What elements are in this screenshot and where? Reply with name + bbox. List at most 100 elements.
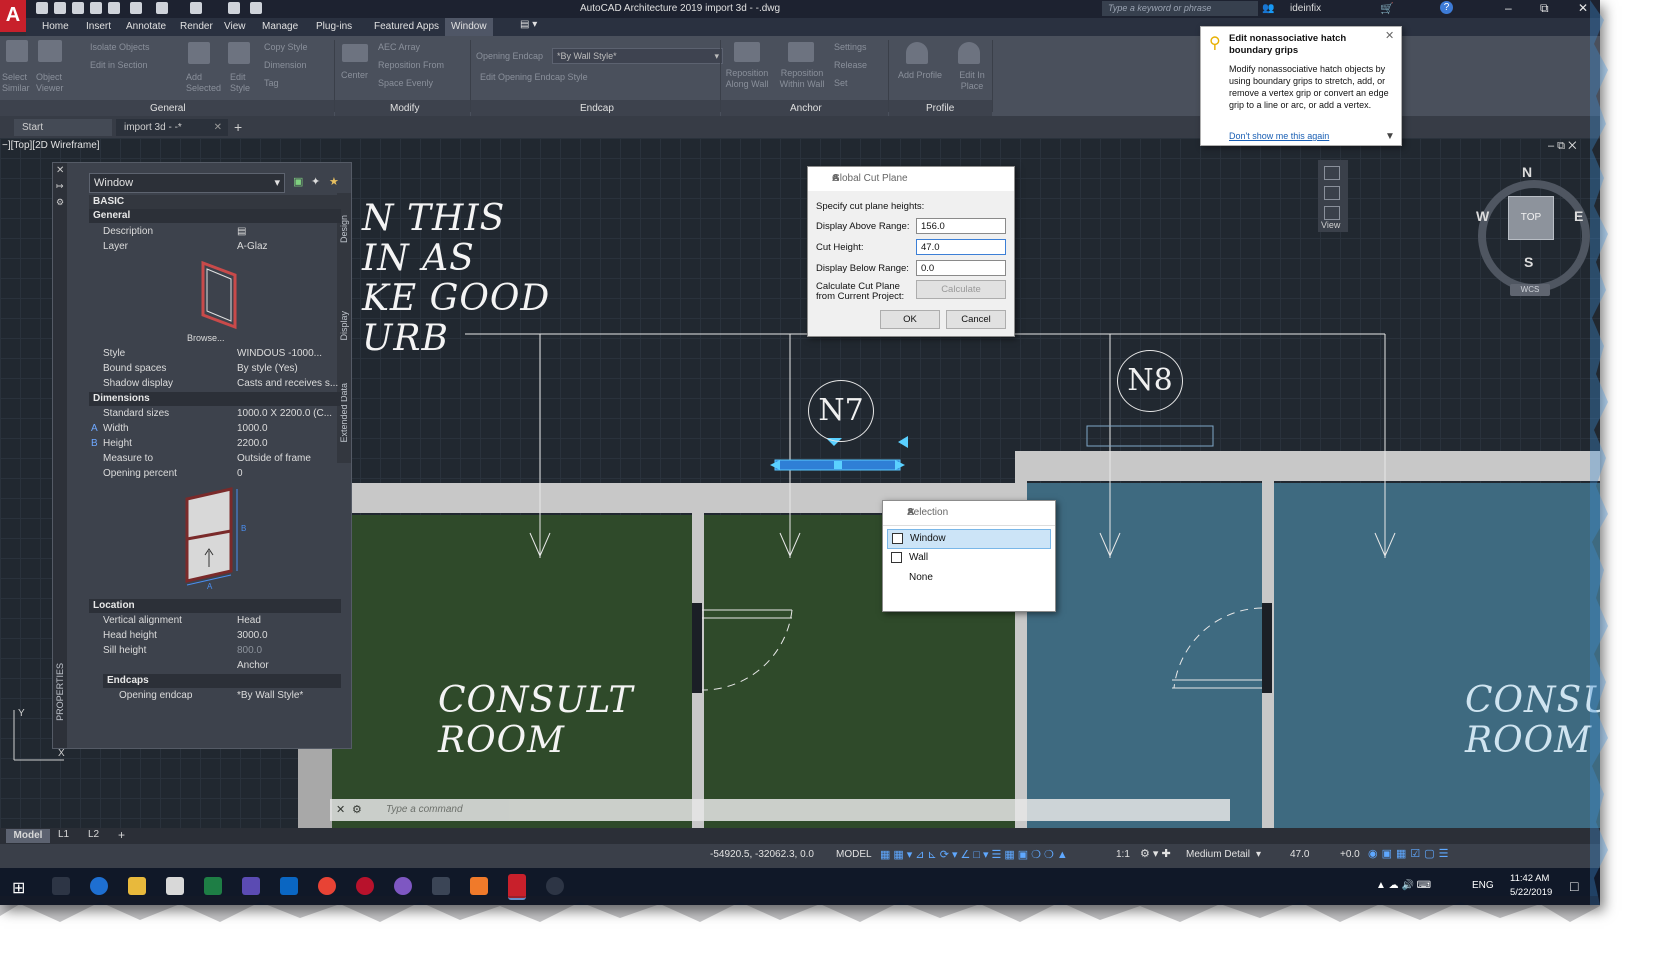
viber-icon[interactable] [394,877,412,895]
dialog-titlebar[interactable]: A Global Cut Plane ✕ [808,167,1014,191]
reposition-along-wall-label[interactable]: Reposition Along Wall [722,68,772,90]
minimize-button[interactable]: – [1505,1,1512,15]
elevation-offset[interactable]: +0.0 [1340,849,1360,860]
prop-height[interactable]: B Height 2200.0 [89,437,324,452]
tab-start[interactable]: Start [14,119,112,136]
selection-item-wall[interactable]: Wall [887,549,1049,567]
display-detail-select[interactable]: Medium Detail [1186,849,1250,860]
select-objects-icon[interactable]: ✦ [311,175,320,188]
calculate-button[interactable]: Calculate [916,280,1006,299]
recorder-icon[interactable] [546,877,564,895]
reposition-from-button[interactable]: Reposition From [378,60,444,70]
aec-array-button[interactable]: AEC Array [378,42,420,52]
zoom-icon[interactable] [1324,206,1340,220]
prop-value[interactable]: Casts and receives s... [237,378,347,389]
chevron-down-icon[interactable]: ▾ [1256,849,1261,860]
new-layout-icon[interactable]: + [118,828,125,842]
file-explorer-icon[interactable] [128,877,146,895]
help-search-input[interactable]: Type a keyword or phrase [1102,1,1258,16]
add-selected-icon[interactable] [188,42,210,64]
plot-icon[interactable] [108,2,120,14]
redo-icon[interactable] [190,2,202,14]
cancel-button[interactable]: Cancel [946,310,1006,329]
prop-anchor[interactable]: Anchor [89,659,324,674]
save-icon[interactable] [72,2,84,14]
edit-style-label[interactable]: Edit Style [230,72,254,94]
save-as-icon[interactable] [90,2,102,14]
section-dimensions[interactable]: Dimensions [89,392,341,406]
anchor-link[interactable]: Anchor [237,660,347,671]
tab-view[interactable]: View [224,21,246,32]
selection-item-window[interactable]: Window [887,529,1051,549]
input-language[interactable]: ENG [1472,880,1494,891]
above-range-input[interactable] [916,218,1006,234]
close-dialog-icon[interactable]: ✕ [832,173,1006,184]
pickadd-icon[interactable]: ★ [329,175,339,188]
center-button[interactable]: Center [341,70,368,80]
system-tray-icons[interactable]: ▲ ☁ 🔊 ⌨ [1376,880,1431,891]
new-tab-icon[interactable]: + [226,119,252,136]
window-tag-n8[interactable]: N8 [1117,350,1183,412]
viewcube-top[interactable]: TOP [1508,196,1554,240]
reposition-within-wall-label[interactable]: Reposition Within Wall [776,68,828,90]
prop-opening-percent[interactable]: Opening percent 0 [89,467,324,482]
tab-render[interactable]: Render [180,21,213,32]
object-type-select[interactable]: Window ▾ [89,173,285,193]
prop-value[interactable]: Head [237,615,347,626]
selection-item-none[interactable]: None [887,569,1049,587]
status-tray-icons[interactable]: ◉▣▦☑▢☰ [1368,847,1453,860]
prop-bound-spaces[interactable]: Bound spaces By style (Yes) [89,362,324,377]
project-icon[interactable] [242,877,260,895]
close-window-button[interactable]: ✕ [1578,1,1588,15]
close-hint-icon[interactable]: ✕ [1385,29,1394,42]
edit-in-place-icon[interactable] [958,42,980,64]
undo-icon[interactable] [156,2,168,14]
steering-wheel-icon[interactable] [1324,166,1340,180]
prop-vertical-alignment[interactable]: Vertical alignment Head [89,614,324,629]
edit-opening-endcap-style-button[interactable]: Edit Opening Endcap Style [480,72,588,82]
prop-value[interactable]: 3000.0 [237,630,347,641]
select-similar-icon[interactable] [6,40,28,62]
tab-l2[interactable]: L2 [88,829,99,840]
prop-value[interactable]: Outside of frame [237,453,347,464]
settings-button[interactable]: Settings [834,42,867,52]
tag-button[interactable]: Tag [264,78,279,88]
chevron-down-icon[interactable]: ▼ [1385,131,1395,142]
browse-link[interactable]: Browse... [187,333,225,343]
palette-settings-icon[interactable]: ⚙ [56,197,64,208]
compass-east[interactable]: E [1574,208,1583,224]
restore-button[interactable]: ⧉ [1540,1,1549,16]
prop-value[interactable]: 1000.0 X 2200.0 (C... [237,408,347,419]
tab-home[interactable]: Home [42,21,69,32]
edit-in-place-label[interactable]: Edit In Place [954,70,990,92]
tab-manage[interactable]: Manage [262,21,298,32]
close-command-icon[interactable]: ✕ [336,803,345,816]
prop-value[interactable]: A-Glaz [237,241,347,252]
section-endcaps[interactable]: Endcaps [103,674,341,688]
add-profile-button[interactable]: Add Profile [898,70,942,80]
dialog-titlebar[interactable]: A Selection ✕ [883,501,1055,526]
prop-head-height[interactable]: Head height 3000.0 [89,629,324,644]
prop-measure-to[interactable]: Measure to Outside of frame [89,452,324,467]
below-range-input[interactable] [916,260,1006,276]
customize-icon[interactable]: ⚙ [352,803,362,816]
reposition-along-wall-icon[interactable] [734,42,760,62]
dimension-button[interactable]: Dimension [264,60,307,70]
gear-icon[interactable]: ⚙ ▾ ✚ [1140,847,1171,860]
tab-plug-ins[interactable]: Plug-ins [316,21,352,32]
prop-layer[interactable]: Layer A-Glaz [89,240,324,255]
command-input[interactable]: Type a command [386,804,463,815]
isolate-objects-button[interactable]: Isolate Objects [90,42,150,52]
outlook-icon[interactable] [280,877,298,895]
prop-description[interactable]: Description ▤ [89,225,324,240]
release-button[interactable]: Release [834,60,867,70]
edit-style-icon[interactable] [228,42,250,64]
model-space-toggle[interactable]: MODEL [836,849,872,860]
object-viewer-icon[interactable] [38,40,62,62]
tab-featured-apps[interactable]: Featured Apps [374,21,439,32]
new-icon[interactable] [36,2,48,14]
start-icon[interactable]: ⊞ [12,878,25,898]
snipping-tool-icon[interactable] [432,877,450,895]
prop-sill-height[interactable]: Sill height 800.0 [89,644,324,659]
mail-icon[interactable] [166,877,184,895]
